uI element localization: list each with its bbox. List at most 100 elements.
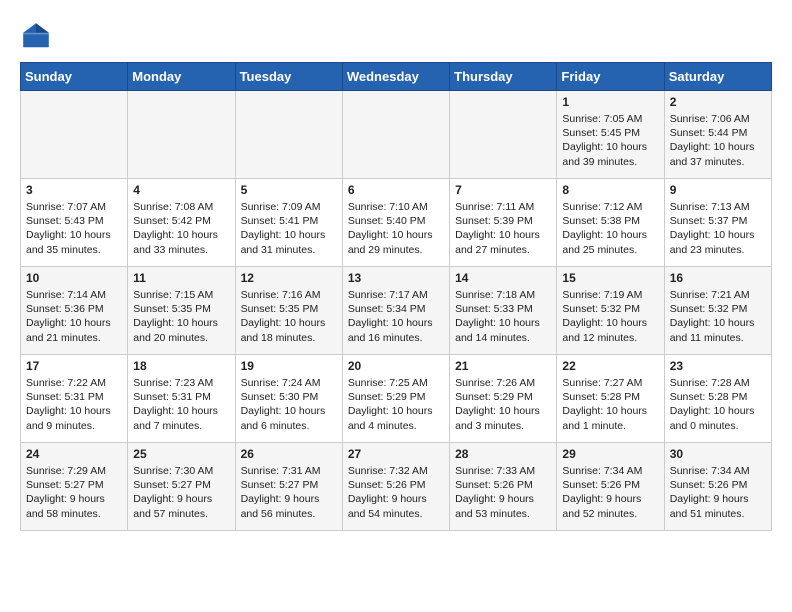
- week-row-3: 10Sunrise: 7:14 AMSunset: 5:36 PMDayligh…: [21, 267, 772, 355]
- day-info-line: Daylight: 10 hours and 12 minutes.: [562, 316, 658, 344]
- day-cell: [128, 91, 235, 179]
- day-info-line: Sunset: 5:37 PM: [670, 214, 766, 228]
- day-info-line: Daylight: 10 hours and 31 minutes.: [241, 228, 337, 256]
- column-header-saturday: Saturday: [664, 63, 771, 91]
- day-number: 9: [670, 183, 766, 197]
- day-info-line: Sunrise: 7:18 AM: [455, 288, 551, 302]
- logo: [20, 20, 56, 52]
- day-info-line: Sunrise: 7:33 AM: [455, 464, 551, 478]
- day-cell: 20Sunrise: 7:25 AMSunset: 5:29 PMDayligh…: [342, 355, 449, 443]
- day-info-line: Sunrise: 7:13 AM: [670, 200, 766, 214]
- day-info-line: Sunrise: 7:05 AM: [562, 112, 658, 126]
- day-info-line: Sunset: 5:26 PM: [348, 478, 444, 492]
- logo-icon: [20, 20, 52, 52]
- day-info-line: Sunset: 5:29 PM: [455, 390, 551, 404]
- column-header-wednesday: Wednesday: [342, 63, 449, 91]
- day-info-line: Sunrise: 7:10 AM: [348, 200, 444, 214]
- day-number: 13: [348, 271, 444, 285]
- day-info-line: Sunset: 5:28 PM: [670, 390, 766, 404]
- day-info-line: Daylight: 10 hours and 29 minutes.: [348, 228, 444, 256]
- day-cell: 17Sunrise: 7:22 AMSunset: 5:31 PMDayligh…: [21, 355, 128, 443]
- day-cell: 6Sunrise: 7:10 AMSunset: 5:40 PMDaylight…: [342, 179, 449, 267]
- day-number: 2: [670, 95, 766, 109]
- calendar-header-row: SundayMondayTuesdayWednesdayThursdayFrid…: [21, 63, 772, 91]
- day-number: 4: [133, 183, 229, 197]
- day-info-line: Daylight: 10 hours and 37 minutes.: [670, 140, 766, 168]
- day-info-line: Sunset: 5:34 PM: [348, 302, 444, 316]
- day-cell: 9 Sunrise: 7:13 AMSunset: 5:37 PMDaylight…: [664, 179, 771, 267]
- day-info-line: Daylight: 10 hours and 16 minutes.: [348, 316, 444, 344]
- day-info-line: Sunrise: 7:14 AM: [26, 288, 122, 302]
- day-info-line: Sunset: 5:26 PM: [562, 478, 658, 492]
- day-info-line: Sunrise: 7:31 AM: [241, 464, 337, 478]
- day-info-line: Daylight: 9 hours and 51 minutes.: [670, 492, 766, 520]
- calendar-table: SundayMondayTuesdayWednesdayThursdayFrid…: [20, 62, 772, 531]
- day-number: 22: [562, 359, 658, 373]
- week-row-4: 17Sunrise: 7:22 AMSunset: 5:31 PMDayligh…: [21, 355, 772, 443]
- day-info-line: Daylight: 9 hours and 52 minutes.: [562, 492, 658, 520]
- column-header-tuesday: Tuesday: [235, 63, 342, 91]
- day-cell: [342, 91, 449, 179]
- day-info-line: Sunset: 5:26 PM: [455, 478, 551, 492]
- day-cell: 1Sunrise: 7:05 AMSunset: 5:45 PMDaylight…: [557, 91, 664, 179]
- day-cell: 22Sunrise: 7:27 AMSunset: 5:28 PMDayligh…: [557, 355, 664, 443]
- day-number: 29: [562, 447, 658, 461]
- day-cell: 23Sunrise: 7:28 AMSunset: 5:28 PMDayligh…: [664, 355, 771, 443]
- week-row-1: 1 Sunrise: 7:05 AMSunset: 5:45 PM Daylight…: [21, 91, 772, 179]
- day-cell: 5Sunrise: 7:09 AMSunset: 5:41 PMDaylight…: [235, 179, 342, 267]
- day-info-line: Sunrise: 7:19 AM: [562, 288, 658, 302]
- day-info-line: Sunset: 5:35 PM: [133, 302, 229, 316]
- day-number: 8: [562, 183, 658, 197]
- day-info-line: Sunset: 5:27 PM: [133, 478, 229, 492]
- day-number: 12: [241, 271, 337, 285]
- day-info-line: Sunset: 5:39 PM: [455, 214, 551, 228]
- day-info-line: Sunset: 5:33 PM: [455, 302, 551, 316]
- day-cell: 10Sunrise: 7:14 AMSunset: 5:36 PMDayligh…: [21, 267, 128, 355]
- day-number: 28: [455, 447, 551, 461]
- day-cell: [450, 91, 557, 179]
- day-number: 20: [348, 359, 444, 373]
- day-info-line: Sunrise: 7:30 AM: [133, 464, 229, 478]
- day-info-line: Sunrise: 7:34 AM: [562, 464, 658, 478]
- day-number: 6: [348, 183, 444, 197]
- day-info-line: Sunrise: 7:07 AM: [26, 200, 122, 214]
- day-cell: [235, 91, 342, 179]
- day-cell: 13Sunrise: 7:17 AMSunset: 5:34 PMDayligh…: [342, 267, 449, 355]
- column-header-sunday: Sunday: [21, 63, 128, 91]
- day-info-line: Daylight: 10 hours and 35 minutes.: [26, 228, 122, 256]
- day-info-line: Sunrise: 7:24 AM: [241, 376, 337, 390]
- day-number: 23: [670, 359, 766, 373]
- day-info-line: Daylight: 9 hours and 53 minutes.: [455, 492, 551, 520]
- day-info-line: Daylight: 10 hours and 20 minutes.: [133, 316, 229, 344]
- day-info-line: Sunrise: 7:34 AM: [670, 464, 766, 478]
- day-info-line: Sunset: 5:43 PM: [26, 214, 122, 228]
- day-number: 19: [241, 359, 337, 373]
- day-number: 14: [455, 271, 551, 285]
- day-info-line: Daylight: 10 hours and 33 minutes.: [133, 228, 229, 256]
- day-info-line: Sunrise: 7:28 AM: [670, 376, 766, 390]
- day-info-line: Daylight: 10 hours and 1 minute.: [562, 404, 658, 432]
- day-cell: 26Sunrise: 7:31 AMSunset: 5:27 PMDayligh…: [235, 443, 342, 531]
- day-info-line: Sunset: 5:27 PM: [26, 478, 122, 492]
- day-info-line: Sunrise: 7:21 AM: [670, 288, 766, 302]
- day-cell: 29 Sunrise: 7:34 AMSunset: 5:26 PMDayligh…: [557, 443, 664, 531]
- day-info-line: Daylight: 10 hours and 6 minutes.: [241, 404, 337, 432]
- day-info-line: Daylight: 9 hours and 56 minutes.: [241, 492, 337, 520]
- day-info-line: Sunset: 5:35 PM: [241, 302, 337, 316]
- day-number: 1: [562, 95, 658, 109]
- day-cell: 11Sunrise: 7:15 AMSunset: 5:35 PMDayligh…: [128, 267, 235, 355]
- day-info-line: Sunset: 5:30 PM: [241, 390, 337, 404]
- day-info-line: Sunset: 5:45 PM: [562, 126, 658, 140]
- day-info-line: Sunrise: 7:06 AM: [670, 112, 766, 126]
- day-info-line: Daylight: 10 hours and 9 minutes.: [26, 404, 122, 432]
- day-info-line: Sunset: 5:32 PM: [670, 302, 766, 316]
- day-info-line: Sunrise: 7:25 AM: [348, 376, 444, 390]
- day-info-line: Daylight: 9 hours and 54 minutes.: [348, 492, 444, 520]
- day-info-line: Daylight: 10 hours and 4 minutes.: [348, 404, 444, 432]
- day-info-line: Daylight: 10 hours and 23 minutes.: [670, 228, 766, 256]
- day-info-line: Sunset: 5:31 PM: [26, 390, 122, 404]
- day-cell: [21, 91, 128, 179]
- day-info-line: Sunrise: 7:08 AM: [133, 200, 229, 214]
- day-info-line: Sunrise: 7:11 AM: [455, 200, 551, 214]
- day-cell: 3Sunrise: 7:07 AMSunset: 5:43 PMDaylight…: [21, 179, 128, 267]
